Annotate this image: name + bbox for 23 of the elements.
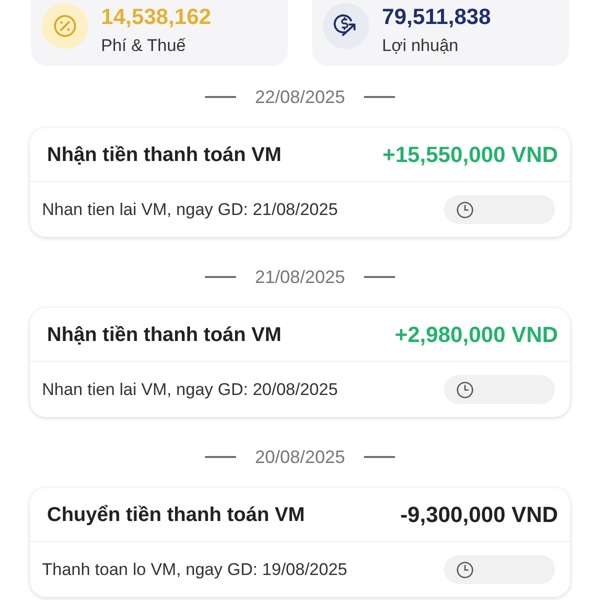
clock-icon xyxy=(456,200,474,218)
transaction-amount: -9,300,000 VND xyxy=(400,501,558,529)
stat-value: 79,511,838 xyxy=(382,3,491,31)
transaction-amount: +15,550,000 VND xyxy=(382,141,558,169)
clock-icon xyxy=(456,560,474,578)
transaction-description: Nhan tien lai VM, ngay GD: 20/08/2025 xyxy=(42,378,338,401)
transaction-description: Thanh toan lo VM, ngay GD: 19/08/2025 xyxy=(42,558,348,581)
stat-value: 14,538,162 xyxy=(101,3,212,31)
transaction-title: Chuyển tiền thanh toán VM xyxy=(47,502,305,528)
transaction-amount: +2,980,000 VND xyxy=(394,321,558,349)
stat-label: Lợi nhuận xyxy=(382,35,460,57)
date-header: 22/08/2025 xyxy=(254,87,346,107)
date-header: 20/08/2025 xyxy=(254,447,346,467)
transaction-description: Nhan tien lai VM, ngay GD: 21/08/2025 xyxy=(42,198,338,221)
transaction-card[interactable]: Nhận tiền thanh toán VM +15,550,000 VND Nhan tien lai VM, ngay GD: 21/08/2025 xyxy=(30,128,570,237)
transaction-title: Nhận tiền thanh toán VM xyxy=(47,142,282,168)
transaction-card[interactable]: Nhận tiền thanh toán VM +2,980,000 VND Nhan tien lai VM, ngay GD: 20/08/2025 xyxy=(30,308,570,417)
transaction-title: Nhận tiền thanh toán VM xyxy=(47,322,282,348)
stat-label: Phí & Thuế xyxy=(101,35,187,57)
transaction-card[interactable]: Chuyển tiền thanh toán VM -9,300,000 VND Thanh toan lo VM, ngay GD: 19/08/2025 xyxy=(30,488,570,597)
date-header: 21/08/2025 xyxy=(254,267,346,287)
clock-icon xyxy=(456,380,474,398)
percent-icon xyxy=(42,3,88,49)
